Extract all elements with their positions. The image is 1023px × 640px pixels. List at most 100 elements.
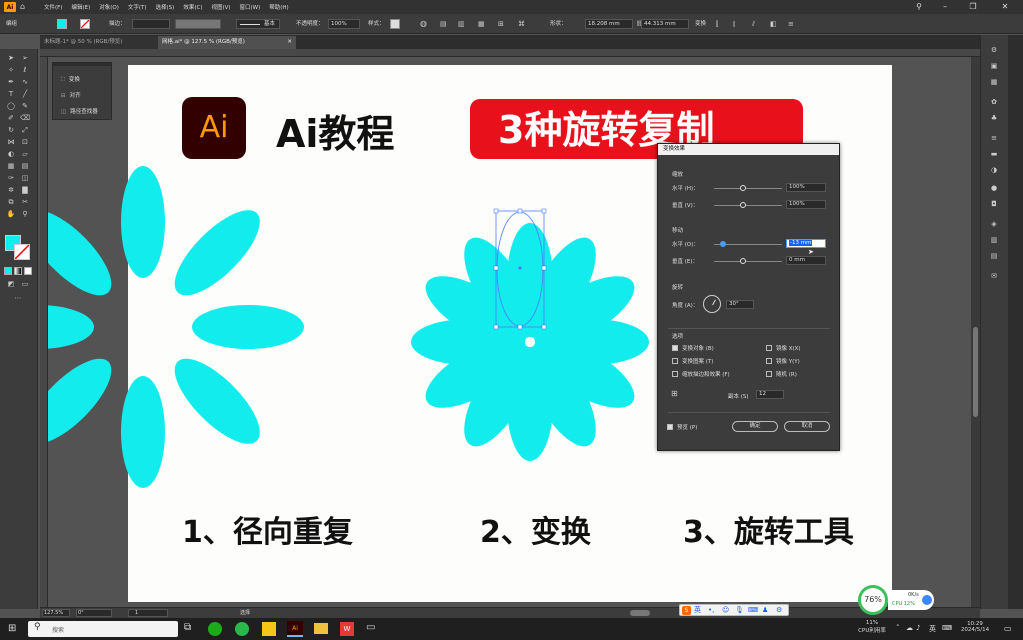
browser-icon[interactable] [235, 622, 249, 636]
menu-more-icon[interactable]: ≡ [788, 18, 794, 30]
radial-repeat-flower[interactable] [48, 166, 304, 488]
properties-icon[interactable]: ⚙ [988, 45, 1000, 55]
shaper-tool-icon[interactable]: ✐ [6, 113, 16, 123]
scale-v-knob[interactable] [740, 202, 746, 208]
width-tool-icon[interactable]: ⋈ [6, 137, 16, 147]
screen-mode-icon[interactable]: ▭ [20, 279, 30, 289]
stroke-color-box[interactable] [14, 244, 30, 260]
notes-app-icon[interactable] [262, 622, 276, 636]
copies-field[interactable]: 12 [756, 390, 784, 399]
angle-dial[interactable] [703, 295, 721, 313]
scale-h-field[interactable]: 100% [786, 183, 826, 192]
move-v-slider[interactable] [714, 261, 782, 262]
artboards-icon[interactable]: ▥ [988, 235, 1000, 245]
move-v-knob[interactable] [740, 258, 746, 264]
horizontal-ruler[interactable] [40, 49, 980, 57]
menu-window[interactable]: 窗口(W) [240, 3, 261, 11]
ellipse-tool-icon[interactable]: ◯ [6, 101, 16, 111]
radial-petal[interactable] [192, 305, 304, 349]
radial-petal[interactable] [121, 166, 165, 278]
ime-skin-icon[interactable]: ♟ [762, 605, 768, 616]
radial-petal[interactable] [48, 346, 124, 456]
selection-tool-icon[interactable]: ➤ [6, 53, 16, 63]
rocket-icon[interactable] [922, 595, 932, 605]
draw-mode-icon[interactable]: ◩ [6, 279, 16, 289]
flower-artwork[interactable] [48, 57, 980, 607]
vertical-scrollbar[interactable] [971, 57, 980, 607]
comments-icon[interactable]: ✉ [988, 271, 1000, 281]
menu-help[interactable]: 帮助(H) [269, 3, 288, 11]
minimize-icon[interactable]: – [934, 0, 956, 14]
mirror-x-checkbox[interactable] [766, 345, 772, 351]
paintbrush-icon[interactable]: ✎ [20, 101, 30, 111]
zoom-field[interactable]: 127.5% [42, 609, 70, 617]
pen-tool-icon[interactable]: ✒ [6, 77, 16, 87]
stroke-weight-field[interactable] [132, 19, 170, 29]
ime-toolbar[interactable]: S 英 •, ☺ 🎙 ⌨ ♟ ⚙ [679, 604, 789, 616]
transform-objects-checkbox[interactable] [672, 345, 678, 351]
reference-point-icon[interactable]: ⊞ [498, 18, 508, 30]
slice-tool-icon[interactable]: ✂ [20, 197, 30, 207]
graph-tool-icon[interactable]: ▇ [20, 185, 30, 195]
radial-petal[interactable] [162, 346, 272, 456]
move-h-field[interactable]: -13 mm [786, 239, 826, 248]
color-mode-icon[interactable] [4, 267, 12, 275]
fill-swatch[interactable] [57, 19, 67, 29]
vertical-ruler[interactable] [40, 57, 48, 607]
width-field[interactable]: 18.208 mm [585, 19, 633, 29]
input-language[interactable]: 英 [929, 624, 936, 634]
menu-file[interactable]: 文件(F) [44, 3, 62, 11]
wps-icon[interactable]: W [340, 622, 354, 636]
isolate-icon[interactable]: ◧ [770, 18, 777, 30]
ime-tray-icon[interactable]: ⌨ [942, 624, 952, 632]
tab-untitled[interactable]: 未标题-1* @ 50 % (RGB/预览) [40, 36, 158, 49]
preview-checkbox[interactable] [667, 424, 673, 430]
transform-grid-icon[interactable]: ▦ [478, 18, 488, 30]
gradient-tool-icon[interactable]: ▤ [20, 161, 30, 171]
opacity-field[interactable]: 100% [328, 19, 360, 29]
file-explorer-icon[interactable] [314, 623, 328, 634]
notifications-icon[interactable]: ▭ [1004, 624, 1012, 633]
artboard-tool-icon[interactable]: ⧉ [6, 197, 16, 207]
home-icon[interactable]: ⌂ [20, 2, 30, 12]
perspective-icon[interactable]: ▱ [20, 149, 30, 159]
eraser-icon[interactable]: ⌫ [20, 113, 30, 123]
network-icon[interactable]: ☁ [906, 624, 913, 632]
type-tool-icon[interactable]: T [6, 89, 16, 99]
align-right-icon[interactable]: ⫽ [752, 18, 755, 30]
links-icon[interactable]: ▤ [988, 251, 1000, 261]
scale-h-knob[interactable] [740, 185, 746, 191]
search-icon[interactable]: ⚲ [908, 0, 930, 14]
appearance-icon[interactable]: ● [988, 183, 1000, 193]
tray-expand-icon[interactable]: ˄ [896, 624, 900, 632]
menu-select[interactable]: 选择(S) [156, 3, 175, 11]
rotate-tool-icon[interactable]: ↻ [6, 125, 16, 135]
direct-selection-tool-icon[interactable]: ➢ [20, 53, 30, 63]
menu-edit[interactable]: 编辑(E) [71, 3, 90, 11]
angle-field[interactable]: 30° [726, 300, 754, 309]
tab-grid[interactable]: 网格.ai* @ 127.5 % (RGB/预览) ✕ [158, 36, 296, 49]
reference-point-icon[interactable]: ⊞ [671, 389, 681, 399]
task-view-icon[interactable]: ⧉ [184, 622, 191, 633]
scale-h-slider[interactable] [714, 188, 782, 189]
magic-wand-icon[interactable]: ✧ [6, 65, 16, 75]
mirror-y-checkbox[interactable] [766, 358, 772, 364]
horizontal-scroll-thumb[interactable] [630, 610, 650, 616]
transform-panel-item[interactable]: ⛶ 变换 [61, 75, 80, 84]
panel-grip[interactable] [53, 63, 111, 66]
menu-type[interactable]: 文字(T) [128, 3, 147, 11]
gradient-panel-icon[interactable]: ▬ [988, 149, 1000, 159]
scale-v-slider[interactable] [714, 205, 782, 206]
align-panel-item[interactable]: ⊟ 对齐 [61, 91, 81, 99]
rotate-view-field[interactable]: 0° [76, 609, 112, 617]
move-h-knob[interactable] [720, 241, 726, 247]
distribute-icon[interactable]: ▥ [458, 18, 468, 30]
mesh-tool-icon[interactable]: ▦ [6, 161, 16, 171]
scale-v-field[interactable]: 100% [786, 200, 826, 209]
ime-settings-icon[interactable]: ⚙ [776, 605, 782, 616]
ime-keyboard-icon[interactable]: ⌨ [748, 605, 758, 616]
perf-widget-ring[interactable]: 76% [858, 585, 888, 615]
close-icon[interactable]: ✕ [994, 0, 1016, 14]
variable-width-field[interactable] [175, 19, 221, 29]
vertical-scroll-thumb[interactable] [973, 327, 978, 417]
